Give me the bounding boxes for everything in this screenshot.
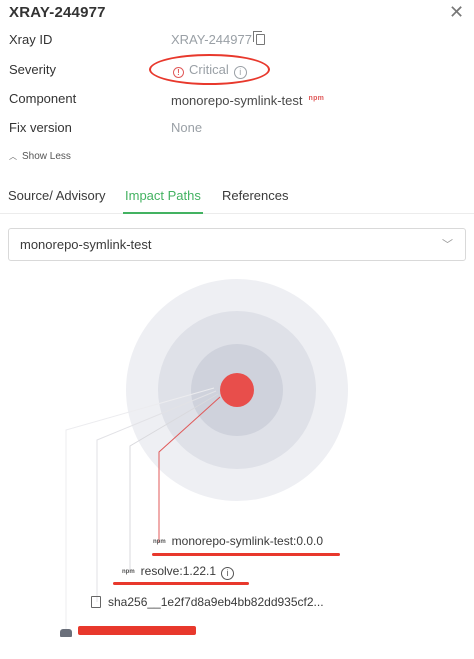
tab-impact-paths[interactable]: Impact Paths	[125, 188, 201, 203]
xray-id-label: Xray ID	[9, 32, 53, 47]
xray-id-text: XRAY-244977	[171, 32, 252, 47]
tab-references[interactable]: References	[222, 188, 288, 203]
path-node-sha256[interactable]: sha256__1e2f7d8a9eb4bb82dd935cf2...	[91, 595, 324, 609]
vulnerable-component-node[interactable]	[220, 373, 254, 407]
component-value: monorepo-symlink-test npm	[171, 90, 324, 110]
impact-graph: npm monorepo-symlink-test:0.0.0 npm resolv…	[0, 270, 474, 659]
panel-header: XRAY-244977 ✕	[0, 0, 474, 28]
path-node-monorepo-label: monorepo-symlink-test:0.0.0	[171, 534, 324, 548]
panel-title: XRAY-244977	[9, 4, 106, 21]
copy-icon[interactable]	[252, 31, 265, 45]
close-icon[interactable]: ✕	[449, 3, 464, 21]
fix-version-label: Fix version	[9, 120, 72, 135]
chevron-down-icon: ﹀	[442, 239, 453, 251]
xray-id-value: XRAY-244977	[171, 31, 265, 49]
annotation-underline-2	[113, 582, 249, 585]
component-label: Component	[9, 91, 77, 106]
annotation-underline-1	[152, 553, 340, 556]
component-select[interactable]: monorepo-symlink-test ﹀	[8, 228, 466, 261]
active-tab-indicator	[123, 212, 203, 214]
severity-label: Severity	[9, 62, 56, 77]
component-select-value: monorepo-symlink-test	[20, 237, 152, 252]
tab-bar: Source/ Advisory Impact Paths References	[0, 186, 474, 214]
annotation-circle	[149, 54, 270, 85]
file-icon	[91, 596, 101, 608]
npm-icon: npm	[153, 539, 166, 545]
info-icon[interactable]: i	[221, 567, 235, 580]
docker-icon	[60, 629, 72, 637]
path-node-monorepo[interactable]: npm monorepo-symlink-test:0.0.0	[153, 534, 323, 548]
tab-source-advisory[interactable]: Source/ Advisory	[8, 188, 106, 203]
component-text: monorepo-symlink-test	[171, 93, 303, 108]
chevron-up-icon: ︿	[9, 152, 17, 161]
path-node-docker[interactable]	[60, 626, 78, 640]
fix-version-value: None	[171, 120, 203, 135]
npm-badge: npm	[308, 95, 325, 102]
path-node-resolve-label: resolve:1.22.1	[140, 564, 217, 578]
show-less-toggle[interactable]: ︿ Show Less	[9, 151, 71, 162]
path-node-resolve[interactable]: npm resolve:1.22.1 i	[122, 564, 235, 580]
redaction-mark	[78, 626, 196, 635]
show-less-label: Show Less	[22, 151, 71, 162]
path-node-sha256-label: sha256__1e2f7d8a9eb4bb82dd935cf2...	[108, 595, 324, 609]
npm-icon: npm	[122, 569, 135, 575]
